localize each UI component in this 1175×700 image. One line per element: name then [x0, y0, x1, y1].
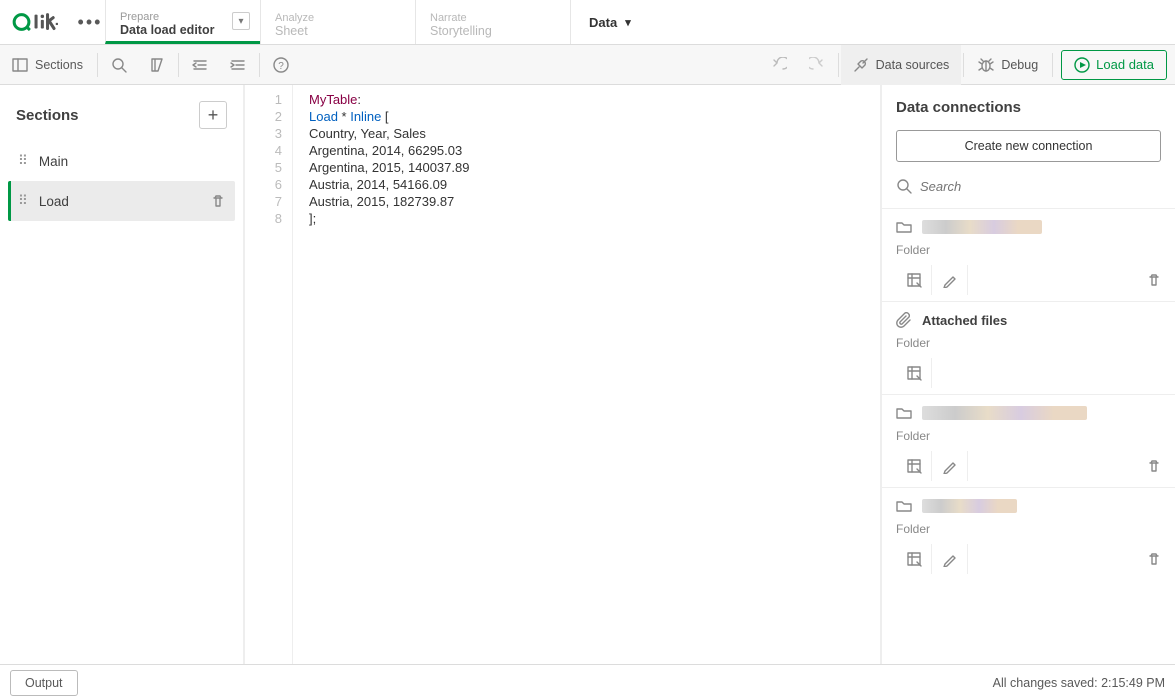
section-label: Main: [39, 154, 68, 169]
grip-icon: ⠿: [18, 153, 27, 169]
sections-toggle[interactable]: Sections: [0, 45, 95, 85]
nav-tab-small: Narrate: [430, 12, 556, 24]
delete-section-icon[interactable]: [211, 194, 225, 208]
connection-type: Folder: [896, 429, 1161, 443]
redo-button[interactable]: [798, 45, 836, 85]
connection-item[interactable]: Folder: [882, 208, 1175, 301]
connection-search-input[interactable]: [920, 179, 1161, 194]
main-area: Sections + ⠿ Main ⠿ Load 12345678 MyTabl…: [0, 85, 1175, 664]
select-data-icon[interactable]: [896, 544, 932, 574]
app-menu-icon[interactable]: •••: [75, 0, 105, 44]
outdent-icon: [192, 57, 208, 73]
panel-icon: [12, 57, 28, 73]
status-bar: Output All changes saved: 2:15:49 PM: [0, 664, 1175, 700]
connection-name-redacted: [922, 406, 1087, 420]
attachment-icon: [896, 312, 912, 328]
section-item-load[interactable]: ⠿ Load: [8, 181, 235, 221]
svg-text:?: ?: [278, 61, 284, 72]
code-editor[interactable]: 12345678 MyTable: Load * Inline [ Countr…: [245, 85, 880, 664]
help-button[interactable]: ?: [262, 45, 300, 85]
delete-connection-icon[interactable]: [1147, 459, 1161, 473]
nav-tab-big: Sheet: [275, 24, 401, 38]
plug-icon: [853, 57, 869, 73]
delete-connection-icon[interactable]: [1147, 552, 1161, 566]
redo-icon: [809, 57, 825, 73]
undo-icon: [771, 57, 787, 73]
load-data-button[interactable]: Load data: [1061, 50, 1167, 80]
connection-name-redacted: [922, 220, 1042, 234]
chevron-down-icon: ▾: [625, 16, 631, 29]
edit-connection-icon[interactable]: [932, 544, 968, 574]
nav-tab-analyze[interactable]: Analyze Sheet: [260, 0, 415, 44]
connection-item[interactable]: Folder: [882, 487, 1175, 580]
connection-type: Folder: [896, 336, 1161, 350]
connection-search[interactable]: [896, 174, 1161, 198]
qlik-logo: [0, 0, 75, 44]
play-circle-icon: [1074, 57, 1090, 73]
connection-name: Attached files: [922, 313, 1007, 328]
edit-connection-icon[interactable]: [932, 265, 968, 295]
select-data-icon[interactable]: [896, 265, 932, 295]
data-connections-title: Data connections: [882, 99, 1175, 130]
nav-data-dropdown[interactable]: Data ▾: [570, 0, 649, 44]
nav-tab-small: Prepare: [120, 11, 246, 23]
add-section-button[interactable]: +: [199, 101, 227, 129]
comment-icon: [149, 57, 165, 73]
create-connection-button[interactable]: Create new connection: [896, 130, 1161, 162]
edit-connection-icon[interactable]: [932, 451, 968, 481]
connection-item-attached[interactable]: Attached files Folder: [882, 301, 1175, 394]
indent-icon: [230, 57, 246, 73]
indent-button[interactable]: [219, 45, 257, 85]
outdent-button[interactable]: [181, 45, 219, 85]
select-data-icon[interactable]: [896, 358, 932, 388]
chevron-down-icon[interactable]: ▾: [232, 12, 250, 30]
grip-icon: ⠿: [18, 193, 27, 209]
section-label: Load: [39, 194, 69, 209]
help-icon: ?: [273, 57, 289, 73]
toolbar: Sections ? Data sources Debug Load data: [0, 45, 1175, 85]
nav-data-label: Data: [589, 15, 617, 30]
data-sources-button[interactable]: Data sources: [841, 45, 962, 85]
code-content[interactable]: MyTable: Load * Inline [ Country, Year, …: [293, 85, 880, 664]
connection-type: Folder: [896, 522, 1161, 536]
debug-label: Debug: [1001, 58, 1038, 72]
debug-button[interactable]: Debug: [966, 45, 1050, 85]
search-button[interactable]: [100, 45, 138, 85]
select-data-icon[interactable]: [896, 451, 932, 481]
section-item-main[interactable]: ⠿ Main: [8, 141, 235, 181]
nav-tab-narrate[interactable]: Narrate Storytelling: [415, 0, 570, 44]
undo-button[interactable]: [760, 45, 798, 85]
data-connections-panel: Data connections Create new connection F…: [880, 85, 1175, 664]
nav-tab-prepare[interactable]: Prepare Data load editor ▾: [105, 0, 260, 44]
connection-item[interactable]: Folder: [882, 394, 1175, 487]
sections-label: Sections: [35, 58, 83, 72]
search-icon: [896, 178, 912, 194]
connection-type: Folder: [896, 243, 1161, 257]
save-status: All changes saved: 2:15:49 PM: [993, 676, 1165, 690]
load-data-label: Load data: [1096, 57, 1154, 72]
delete-connection-icon[interactable]: [1147, 273, 1161, 287]
sections-title: Sections: [16, 107, 79, 124]
nav-tab-big: Data load editor: [120, 23, 246, 37]
connection-name-redacted: [922, 499, 1017, 513]
folder-icon: [896, 219, 912, 235]
output-button[interactable]: Output: [10, 670, 78, 696]
comment-button[interactable]: [138, 45, 176, 85]
line-gutter: 12345678: [245, 85, 293, 664]
data-sources-label: Data sources: [876, 58, 950, 72]
search-icon: [111, 57, 127, 73]
folder-icon: [896, 405, 912, 421]
sections-sidebar: Sections + ⠿ Main ⠿ Load: [0, 85, 245, 664]
top-bar: ••• Prepare Data load editor ▾ Analyze S…: [0, 0, 1175, 45]
bug-icon: [978, 57, 994, 73]
nav-tab-big: Storytelling: [430, 24, 556, 38]
folder-icon: [896, 498, 912, 514]
nav-tab-small: Analyze: [275, 12, 401, 24]
